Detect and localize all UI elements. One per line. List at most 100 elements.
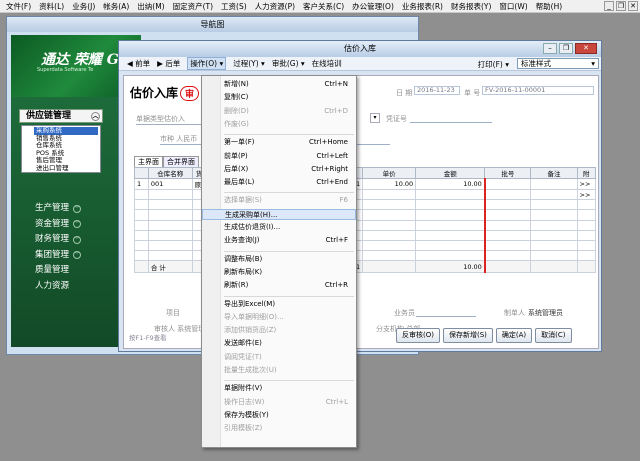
- menu-item[interactable]: 删除(D) Ctrl+D: [202, 106, 356, 117]
- app-menu-item[interactable]: 帐务(A): [99, 1, 133, 12]
- tab-main[interactable]: 主界面: [134, 156, 163, 167]
- menu-item[interactable]: 第一单(F) Ctrl+Home: [202, 137, 356, 148]
- table-cell[interactable]: [576, 239, 596, 252]
- menu-item[interactable]: 导出到Excel(M): [202, 299, 356, 310]
- table-cell[interactable]: >>: [576, 188, 596, 201]
- table-cell[interactable]: [484, 229, 532, 241]
- menu-item[interactable]: 操作日志(W) Ctrl+L: [202, 397, 356, 408]
- menu-item[interactable]: 后单(X) Ctrl+Right: [202, 164, 356, 175]
- table-cell[interactable]: [484, 250, 532, 262]
- menu-item[interactable]: 单据附件(V): [202, 383, 356, 394]
- nav-category[interactable]: 人力资源: [35, 279, 81, 295]
- nav-category[interactable]: 质量管理: [35, 263, 81, 279]
- salesman-field[interactable]: [416, 316, 476, 317]
- table-cell[interactable]: [362, 199, 417, 211]
- table-cell[interactable]: [134, 239, 149, 252]
- table-cell[interactable]: [362, 209, 417, 221]
- currency-field[interactable]: [160, 144, 206, 145]
- menu-item[interactable]: 刷新布局(K): [202, 267, 356, 278]
- app-menu-item[interactable]: 资料(L): [35, 1, 68, 12]
- style-select[interactable]: 标准样式 ▾: [517, 58, 599, 69]
- table-cell[interactable]: 001: [147, 178, 193, 190]
- table-cell[interactable]: [362, 229, 417, 241]
- table-cell[interactable]: [484, 199, 532, 211]
- table-cell[interactable]: [147, 188, 193, 201]
- table-cell[interactable]: [134, 188, 149, 201]
- table-cell[interactable]: [415, 229, 486, 241]
- app-menu-item[interactable]: 人力资源(P): [251, 1, 299, 12]
- menu-item[interactable]: 导入单据明细(O)...: [202, 312, 356, 323]
- table-cell[interactable]: 10.00: [362, 178, 417, 190]
- table-cell[interactable]: [484, 239, 532, 252]
- menu-item[interactable]: 批量生成批次(U): [202, 365, 356, 376]
- app-menu-item[interactable]: 客户关系(C): [299, 1, 348, 12]
- menu-item[interactable]: 作废(G): [202, 119, 356, 130]
- table-cell[interactable]: [530, 250, 578, 262]
- nav-subitem[interactable]: 进出口管理: [36, 164, 98, 173]
- table-cell[interactable]: 10.00: [415, 178, 486, 190]
- app-menu-item[interactable]: 帮助(H): [532, 1, 567, 12]
- cancel-button[interactable]: 取消(C): [535, 328, 572, 343]
- app-menu-item[interactable]: 业务报表(R): [398, 1, 447, 12]
- app-menu-item[interactable]: 窗口(W): [495, 1, 531, 12]
- menu-item[interactable]: 发送邮件(E): [202, 338, 356, 349]
- approve-menu[interactable]: 审批(G) ▾: [272, 58, 305, 69]
- table-cell[interactable]: [484, 209, 532, 221]
- table-cell[interactable]: 1: [134, 178, 149, 190]
- app-menu-item[interactable]: 业务(J): [68, 1, 99, 12]
- menu-item[interactable]: 添加供销货品(Z): [202, 325, 356, 336]
- app-menu-item[interactable]: 办公管理(O): [348, 1, 398, 12]
- table-cell[interactable]: [530, 219, 578, 231]
- table-cell[interactable]: [576, 209, 596, 221]
- table-cell[interactable]: [147, 219, 193, 231]
- chevron-down-icon[interactable]: ﹀: [73, 235, 82, 244]
- table-cell[interactable]: [415, 188, 486, 201]
- print-button[interactable]: 打印(F) ▾: [478, 59, 509, 70]
- table-cell[interactable]: >>: [576, 178, 596, 190]
- table-cell[interactable]: [576, 219, 596, 231]
- table-cell[interactable]: [530, 199, 578, 211]
- close-icon[interactable]: ✕: [628, 1, 638, 11]
- table-cell[interactable]: [576, 229, 596, 241]
- nav-group-supply-chain[interactable]: 供应链管理 ︿: [19, 109, 103, 123]
- voucher-field[interactable]: [410, 122, 492, 123]
- menu-item[interactable]: 新增(N) Ctrl+N: [202, 79, 356, 90]
- menu-item[interactable]: 生成采购单(H)...: [202, 208, 356, 220]
- app-menu-item[interactable]: 财务报表(Y): [447, 1, 495, 12]
- table-cell[interactable]: [484, 219, 532, 231]
- doc-no-field[interactable]: FV-2016-11-00001: [482, 86, 594, 95]
- date-field[interactable]: 2016-11-23: [414, 86, 460, 95]
- table-cell[interactable]: [362, 239, 417, 252]
- table-cell[interactable]: [415, 250, 486, 262]
- table-cell[interactable]: [415, 199, 486, 211]
- chevron-down-icon[interactable]: ﹀: [73, 251, 82, 260]
- operate-menu[interactable]: 操作(O) ▾: [187, 57, 227, 70]
- process-menu[interactable]: 过程(Y) ▾: [233, 58, 265, 69]
- nav-category[interactable]: 财务管理 ﹀: [35, 232, 82, 248]
- table-cell[interactable]: [147, 250, 193, 262]
- app-menu-item[interactable]: 工资(S): [217, 1, 251, 12]
- close-icon[interactable]: ✕: [575, 43, 597, 54]
- unapprove-button[interactable]: 反审核(O): [396, 328, 440, 343]
- restore-icon[interactable]: ❐: [559, 43, 573, 54]
- table-cell[interactable]: [362, 188, 417, 201]
- table-cell[interactable]: [415, 209, 486, 221]
- menu-item[interactable]: 调阅凭证(T): [202, 352, 356, 363]
- menu-item[interactable]: 选择单据(S) F6: [202, 195, 356, 206]
- save-new-button[interactable]: 保存新增(S): [442, 328, 493, 343]
- table-cell[interactable]: [530, 229, 578, 241]
- nav-category[interactable]: 资金管理 ﹀: [35, 217, 82, 233]
- app-menu-item[interactable]: 出纳(M): [133, 1, 168, 12]
- app-menu-item[interactable]: 固定资产(T): [169, 1, 217, 12]
- tab-merged[interactable]: 合并界面: [163, 156, 199, 167]
- menu-item[interactable]: 调整布局(B): [202, 254, 356, 265]
- table-cell[interactable]: [147, 239, 193, 252]
- online-training-button[interactable]: 在线培训: [312, 58, 342, 69]
- table-cell[interactable]: [134, 250, 149, 262]
- table-cell[interactable]: [362, 250, 417, 262]
- nav-category[interactable]: 生产管理 ﹀: [35, 201, 82, 217]
- table-cell[interactable]: [530, 178, 578, 190]
- restore-icon[interactable]: ❐: [616, 1, 626, 11]
- menu-item[interactable]: 刷新(R) Ctrl+R: [202, 280, 356, 291]
- table-cell[interactable]: [134, 199, 149, 211]
